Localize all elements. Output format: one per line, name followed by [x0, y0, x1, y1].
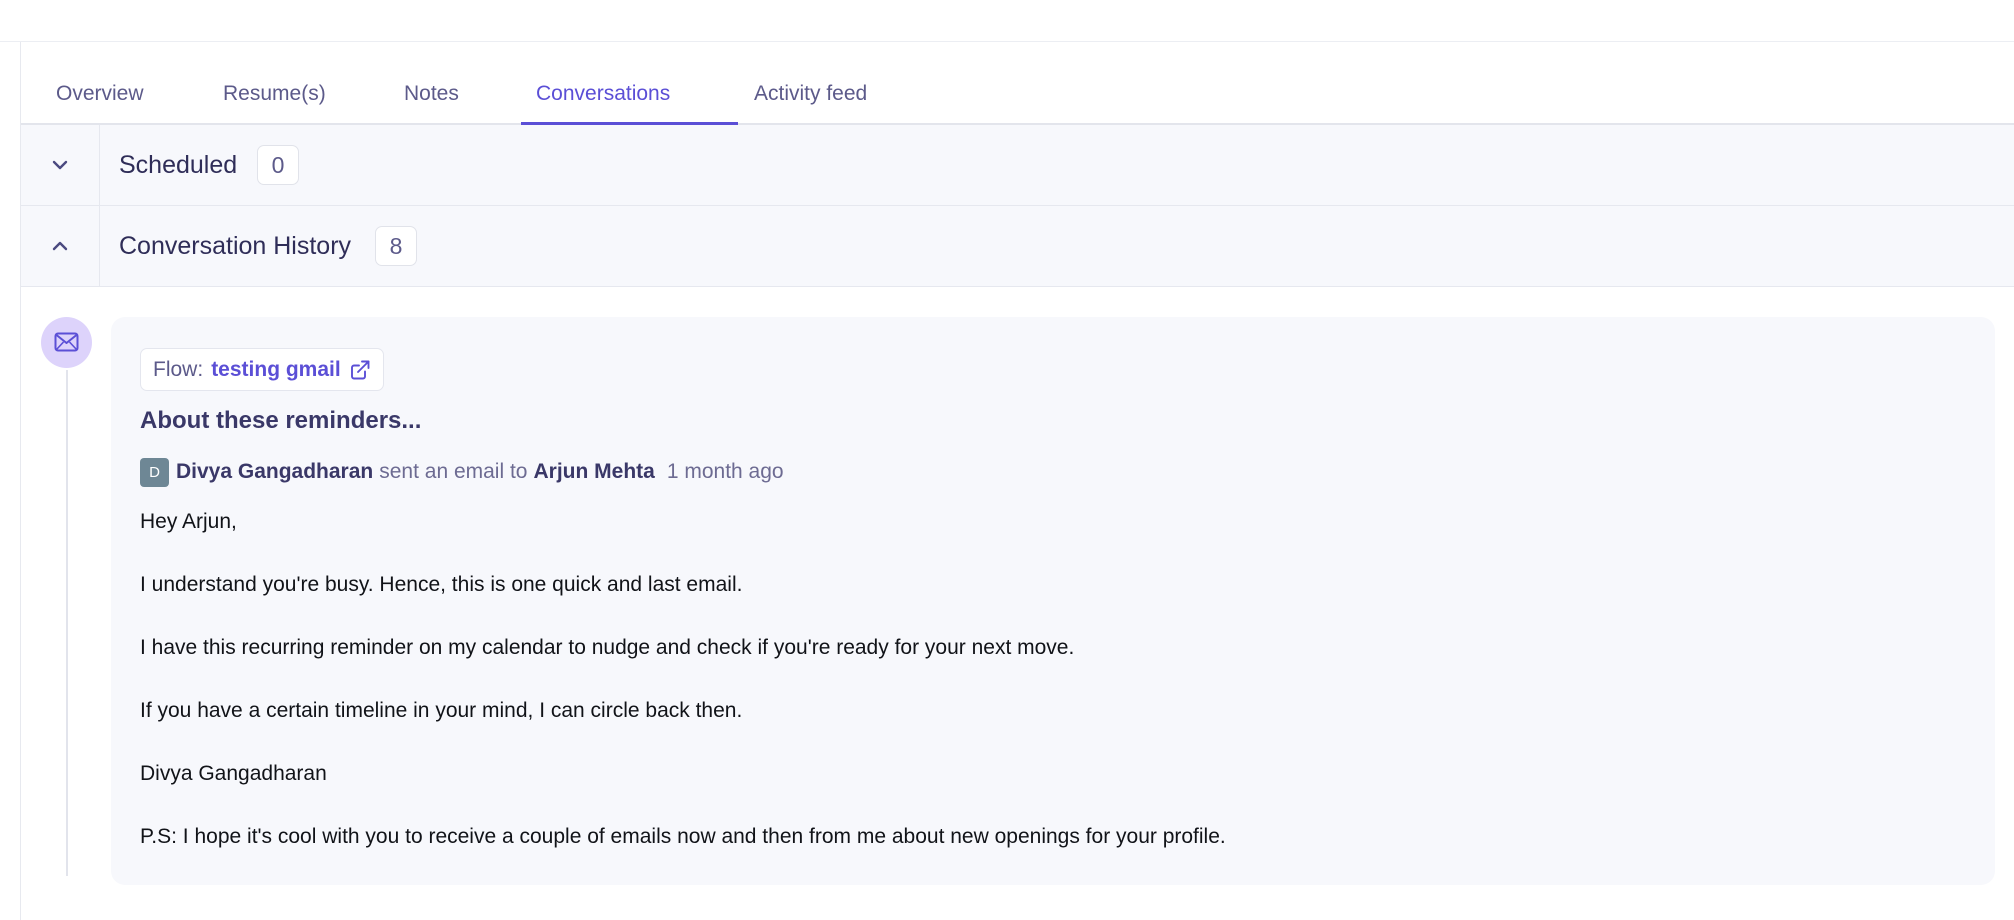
- scheduled-section: Scheduled 0: [21, 125, 2014, 206]
- mail-icon: [54, 332, 79, 352]
- chevron-down-icon: [52, 160, 68, 170]
- history-toggle-button[interactable]: [21, 206, 100, 286]
- sender-name: Divya Gangadharan: [176, 460, 374, 483]
- email-body-line: I have this recurring reminder on my cal…: [140, 636, 1075, 659]
- flow-link[interactable]: testing gmail: [211, 358, 341, 382]
- email-body-line: Hey Arjun,: [140, 510, 237, 533]
- tab-resumes[interactable]: Resume(s): [223, 82, 326, 125]
- email-body-line: If you have a certain timeline in your m…: [140, 699, 743, 722]
- email-body-line: I understand you're busy. Hence, this is…: [140, 573, 743, 596]
- tab-activity-feed[interactable]: Activity feed: [754, 82, 867, 125]
- flow-chip: Flow: testing gmail: [140, 348, 384, 391]
- tab-conversations[interactable]: Conversations: [536, 82, 670, 125]
- recipient-name: Arjun Mehta: [533, 460, 655, 483]
- email-body: Hey Arjun, I understand you're busy. Hen…: [140, 507, 1940, 885]
- tab-notes[interactable]: Notes: [404, 82, 459, 125]
- timestamp: 1 month ago: [666, 460, 784, 483]
- email-action-text: sent an email to: [379, 460, 528, 483]
- tab-overview[interactable]: Overview: [56, 82, 144, 125]
- scheduled-count-badge: 0: [257, 145, 299, 185]
- message-type-marker: [41, 317, 92, 368]
- sender-avatar: D: [140, 457, 169, 487]
- email-body-line: P.S: I hope it's cool with you to receiv…: [140, 825, 1226, 848]
- top-bar: [0, 0, 2014, 42]
- history-count-badge: 8: [375, 226, 417, 266]
- flow-label: Flow:: [153, 357, 204, 381]
- conversation-history-title: Conversation History: [119, 232, 352, 260]
- external-link-icon[interactable]: [349, 359, 371, 381]
- email-subject: About these reminders...: [140, 407, 422, 434]
- email-meta: D Divya Gangadharan sent an email to Arj…: [140, 457, 784, 487]
- email-message-card: Flow: testing gmail About these reminder…: [111, 317, 1995, 885]
- conversation-history-section: Conversation History 8: [21, 206, 2014, 287]
- email-body-line: Divya Gangadharan: [140, 762, 327, 785]
- tab-bar: Overview Resume(s) Notes Conversations A…: [21, 42, 2014, 125]
- scheduled-toggle-button[interactable]: [21, 125, 100, 205]
- chevron-up-icon: [52, 241, 68, 251]
- timeline-connector: [66, 370, 68, 876]
- scheduled-title: Scheduled: [119, 151, 238, 179]
